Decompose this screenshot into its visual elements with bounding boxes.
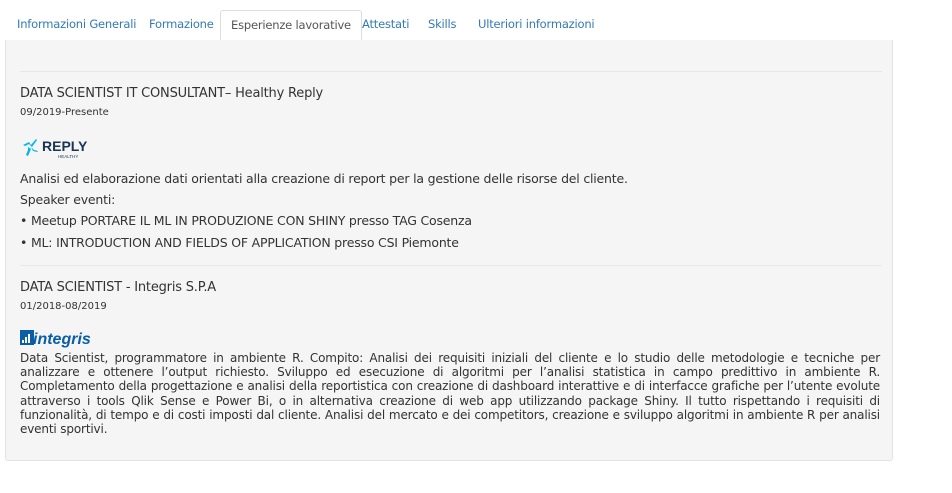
- reply-logo: REPLY HEALTHY: [20, 136, 90, 160]
- divider: [20, 71, 882, 72]
- job-dates: 09/2019-Presente: [20, 107, 109, 118]
- tab-skills[interactable]: Skills: [428, 10, 457, 41]
- tab-ulteriori-informazioni[interactable]: Ulteriori informazioni: [478, 10, 595, 41]
- integris-logo-text: integris: [33, 331, 91, 348]
- job-title: DATA SCIENTIST - Integris S.P.A: [20, 280, 216, 295]
- integris-logo: integris: [20, 327, 100, 349]
- job-dates: 01/2018-08/2019: [20, 301, 107, 312]
- divider: [20, 265, 882, 266]
- tab-formazione[interactable]: Formazione: [149, 10, 214, 41]
- job-description-line: Analisi ed elaborazione dati orientati a…: [20, 171, 628, 186]
- reply-logo-subtext: HEALTHY: [58, 154, 78, 159]
- tab-attestati[interactable]: Attestati: [362, 10, 409, 41]
- job-title: DATA SCIENTIST IT CONSULTANT– Healthy Re…: [20, 86, 324, 101]
- reply-logo-text: REPLY: [42, 138, 88, 154]
- tab-esperienze-lavorative[interactable]: Esperienze lavorative: [220, 10, 362, 42]
- speaker-event-item: • ML: INTRODUCTION AND FIELDS OF APPLICA…: [20, 235, 459, 250]
- tab-bar: Informazioni Generali Formazione Esperie…: [5, 10, 893, 42]
- tab-informazioni-generali[interactable]: Informazioni Generali: [17, 10, 136, 41]
- experience-panel: DATA SCIENTIST IT CONSULTANT– Healthy Re…: [5, 40, 893, 461]
- speaker-event-item: • Meetup PORTARE IL ML IN PRODUZIONE CON…: [20, 213, 472, 228]
- job-description: Data Scientist, programmatore in ambient…: [20, 351, 880, 437]
- speaker-heading: Speaker eventi:: [20, 192, 116, 207]
